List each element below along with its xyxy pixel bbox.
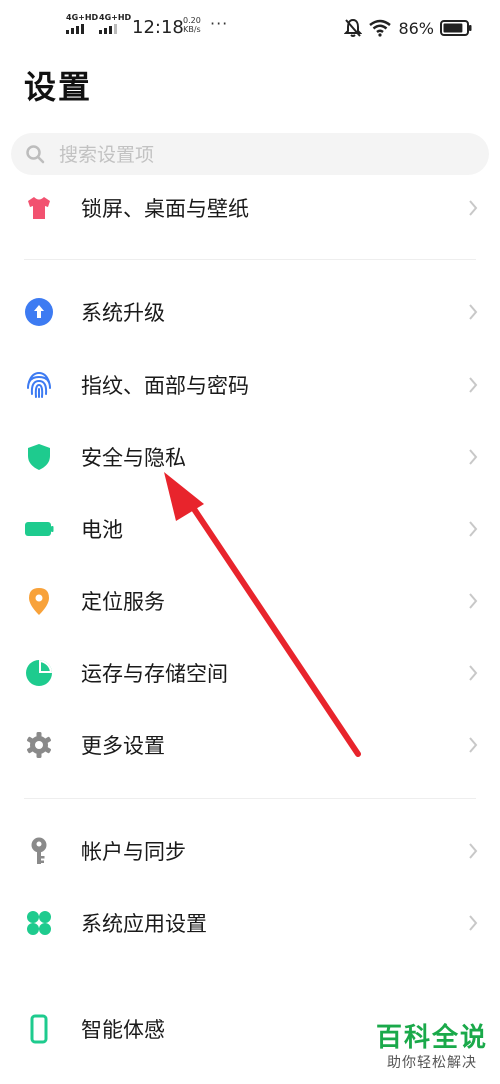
battery-icon	[440, 20, 472, 36]
chevron-right-icon	[469, 521, 478, 537]
clock: 12:18	[132, 17, 184, 38]
settings-item-label: 系统应用设置	[81, 912, 207, 936]
settings-item-security-privacy[interactable]: 安全与隐私	[0, 427, 500, 487]
settings-item-label: 系统升级	[81, 301, 165, 325]
status-right: 86%	[344, 16, 472, 40]
tshirt-icon	[28, 197, 50, 219]
settings-item-system-upgrade[interactable]: 系统升级	[0, 282, 500, 342]
settings-item-location-services[interactable]: 定位服务	[0, 571, 500, 631]
settings-item-label: 锁屏、桌面与壁纸	[81, 197, 249, 221]
more-notifications-icon: ···	[210, 14, 229, 33]
settings-item-fingerprint-face-password[interactable]: 指纹、面部与密码	[0, 355, 500, 415]
chevron-right-icon	[469, 200, 478, 216]
search-bar[interactable]	[11, 133, 489, 177]
upgrade-arrow-icon	[25, 298, 53, 326]
sim2-network-type: 4G+HD	[99, 13, 132, 22]
settings-item-label: 电池	[81, 518, 123, 542]
settings-item-label: 帐户与同步	[81, 840, 186, 864]
fingerprint-icon	[27, 371, 51, 398]
chevron-right-icon	[469, 593, 478, 609]
section-divider	[24, 798, 476, 799]
settings-item-label: 更多设置	[81, 734, 165, 758]
section-divider	[24, 259, 476, 260]
settings-item-label: 定位服务	[81, 590, 165, 614]
settings-item-memory-storage[interactable]: 运存与存储空间	[0, 643, 500, 703]
signal-icon	[99, 24, 117, 34]
key-icon	[31, 837, 47, 864]
watermark-title: 百科全说	[375, 1023, 488, 1053]
wifi-icon	[369, 19, 392, 37]
network-speed: 0.20 KB/s	[183, 16, 201, 34]
phone-outline-icon	[30, 1014, 48, 1044]
settings-item-system-app-settings[interactable]: 系统应用设置	[0, 893, 500, 953]
chevron-right-icon	[469, 915, 478, 931]
network-speed-value: 0.20	[183, 16, 201, 25]
sim1-network-type: 4G+HD	[66, 13, 99, 22]
battery-icon	[25, 522, 54, 536]
settings-item-label: 指纹、面部与密码	[81, 374, 249, 398]
settings-item-label: 安全与隐私	[81, 446, 186, 470]
watermark: 百科全说 助你轻松解决	[374, 1022, 490, 1072]
settings-item-accounts-sync[interactable]: 帐户与同步	[0, 821, 500, 881]
settings-item-more-settings[interactable]: 更多设置	[0, 715, 500, 775]
gear-icon	[27, 732, 51, 758]
settings-item-label: 智能体感	[81, 1018, 165, 1042]
location-pin-icon	[29, 588, 49, 615]
chevron-right-icon	[469, 377, 478, 393]
settings-item-lockscreen-wallpaper[interactable]: 锁屏、桌面与壁纸	[0, 178, 500, 238]
chevron-right-icon	[469, 737, 478, 753]
battery-percentage: 86%	[398, 18, 434, 38]
pie-chart-icon	[26, 660, 52, 686]
watermark-subtitle: 助你轻松解决	[387, 1055, 477, 1071]
settings-item-label: 运存与存储空间	[81, 662, 228, 686]
status-bar: 4G+HD 4G+HD 12:18 0.20 KB/s ··· 86%	[0, 0, 500, 56]
apps-grid-icon	[27, 911, 51, 935]
shield-icon	[28, 444, 50, 470]
chevron-right-icon	[469, 665, 478, 681]
mute-bell-icon	[344, 18, 363, 37]
chevron-right-icon	[469, 304, 478, 320]
search-input[interactable]	[57, 133, 461, 177]
signal-icon	[66, 24, 84, 34]
network-speed-unit: KB/s	[183, 25, 201, 34]
page-title: 设置	[24, 68, 93, 106]
chevron-right-icon	[469, 843, 478, 859]
search-icon	[26, 145, 45, 164]
settings-item-battery[interactable]: 电池	[0, 499, 500, 559]
chevron-right-icon	[469, 449, 478, 465]
